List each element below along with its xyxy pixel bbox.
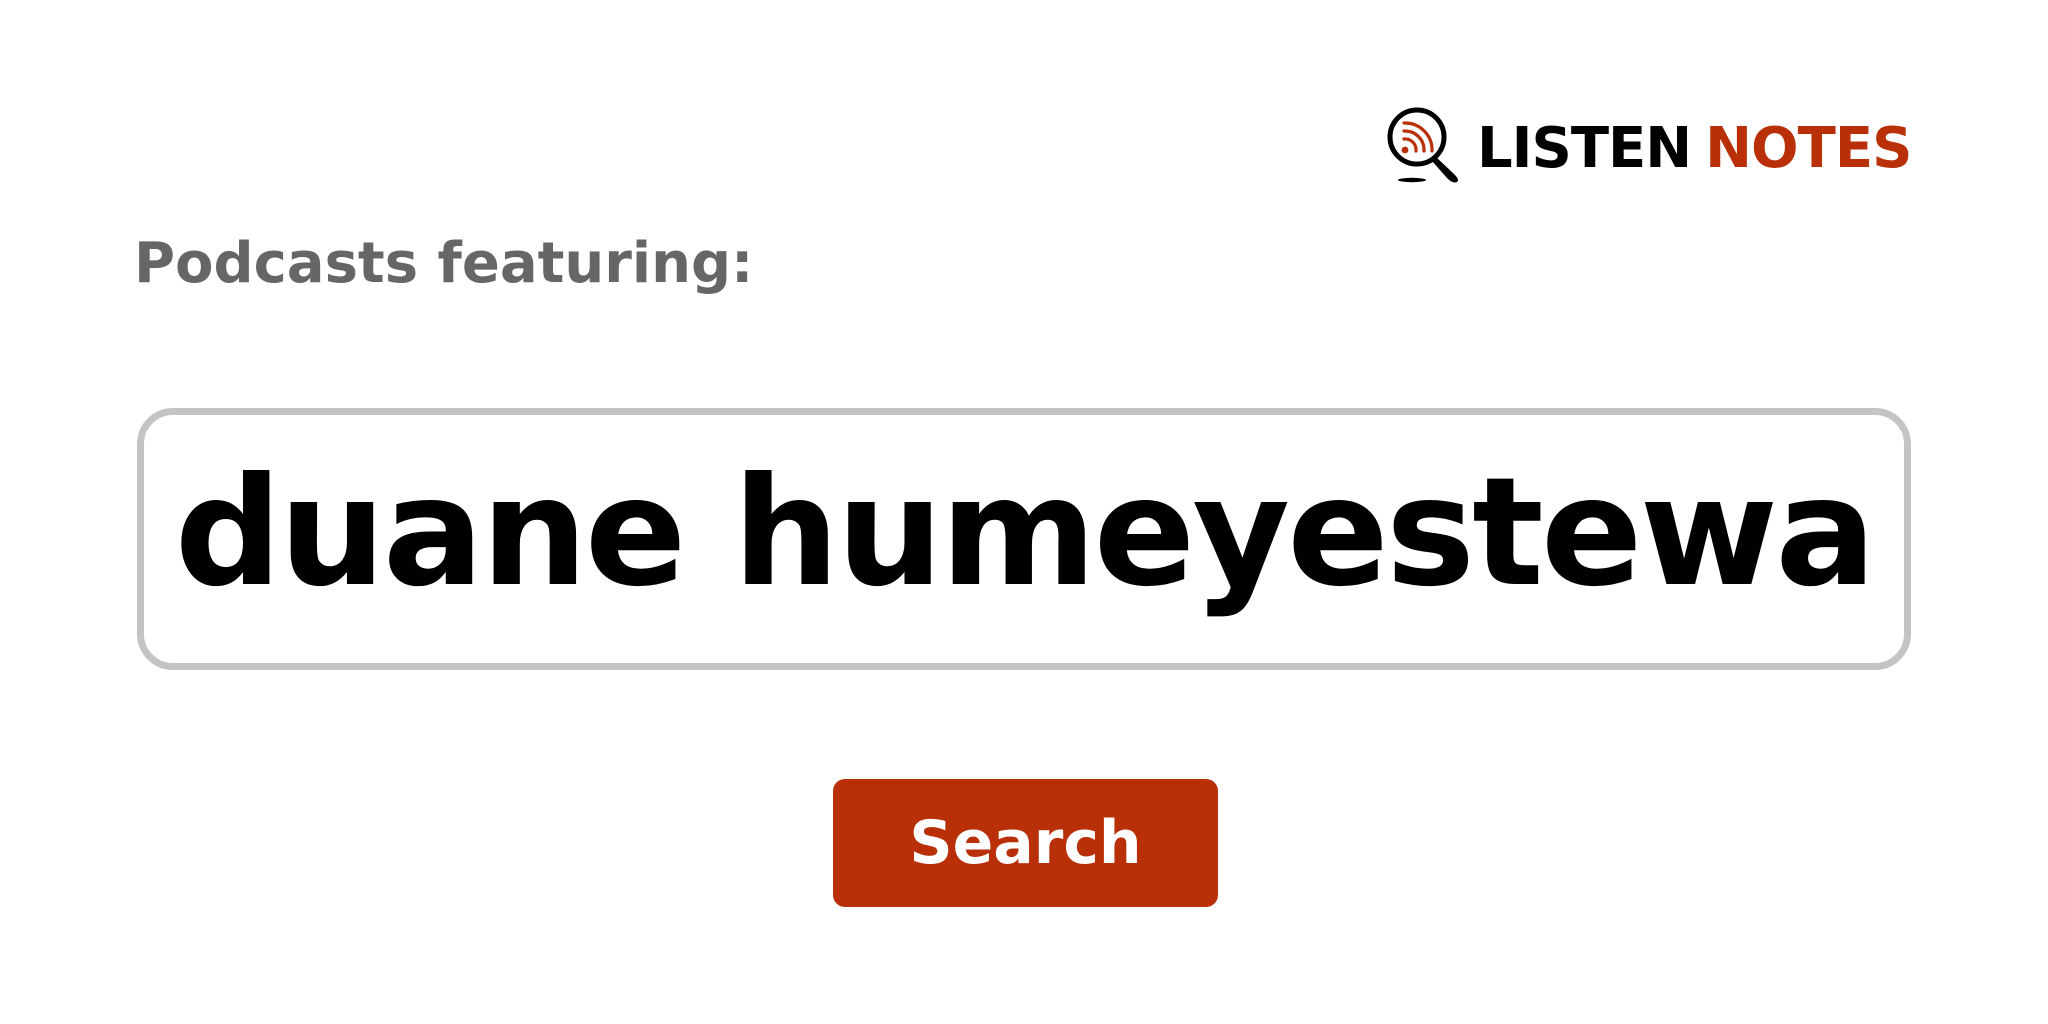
logo-wordmark: LISTEN NOTES [1477, 121, 1912, 177]
search-button[interactable]: Search [833, 779, 1218, 907]
search-button-label: Search [909, 808, 1142, 878]
logo-word-notes: NOTES [1705, 116, 1912, 181]
search-input-value: duane humeyestewa [174, 446, 1877, 620]
logo-word-listen: LISTEN [1477, 116, 1692, 181]
listen-notes-logo[interactable]: LISTEN NOTES [1383, 106, 1912, 188]
podcast-search-magnifier-icon [1387, 107, 1458, 183]
search-input[interactable]: duane humeyestewa [137, 408, 1911, 670]
page-heading: Podcasts featuring: [134, 231, 754, 296]
